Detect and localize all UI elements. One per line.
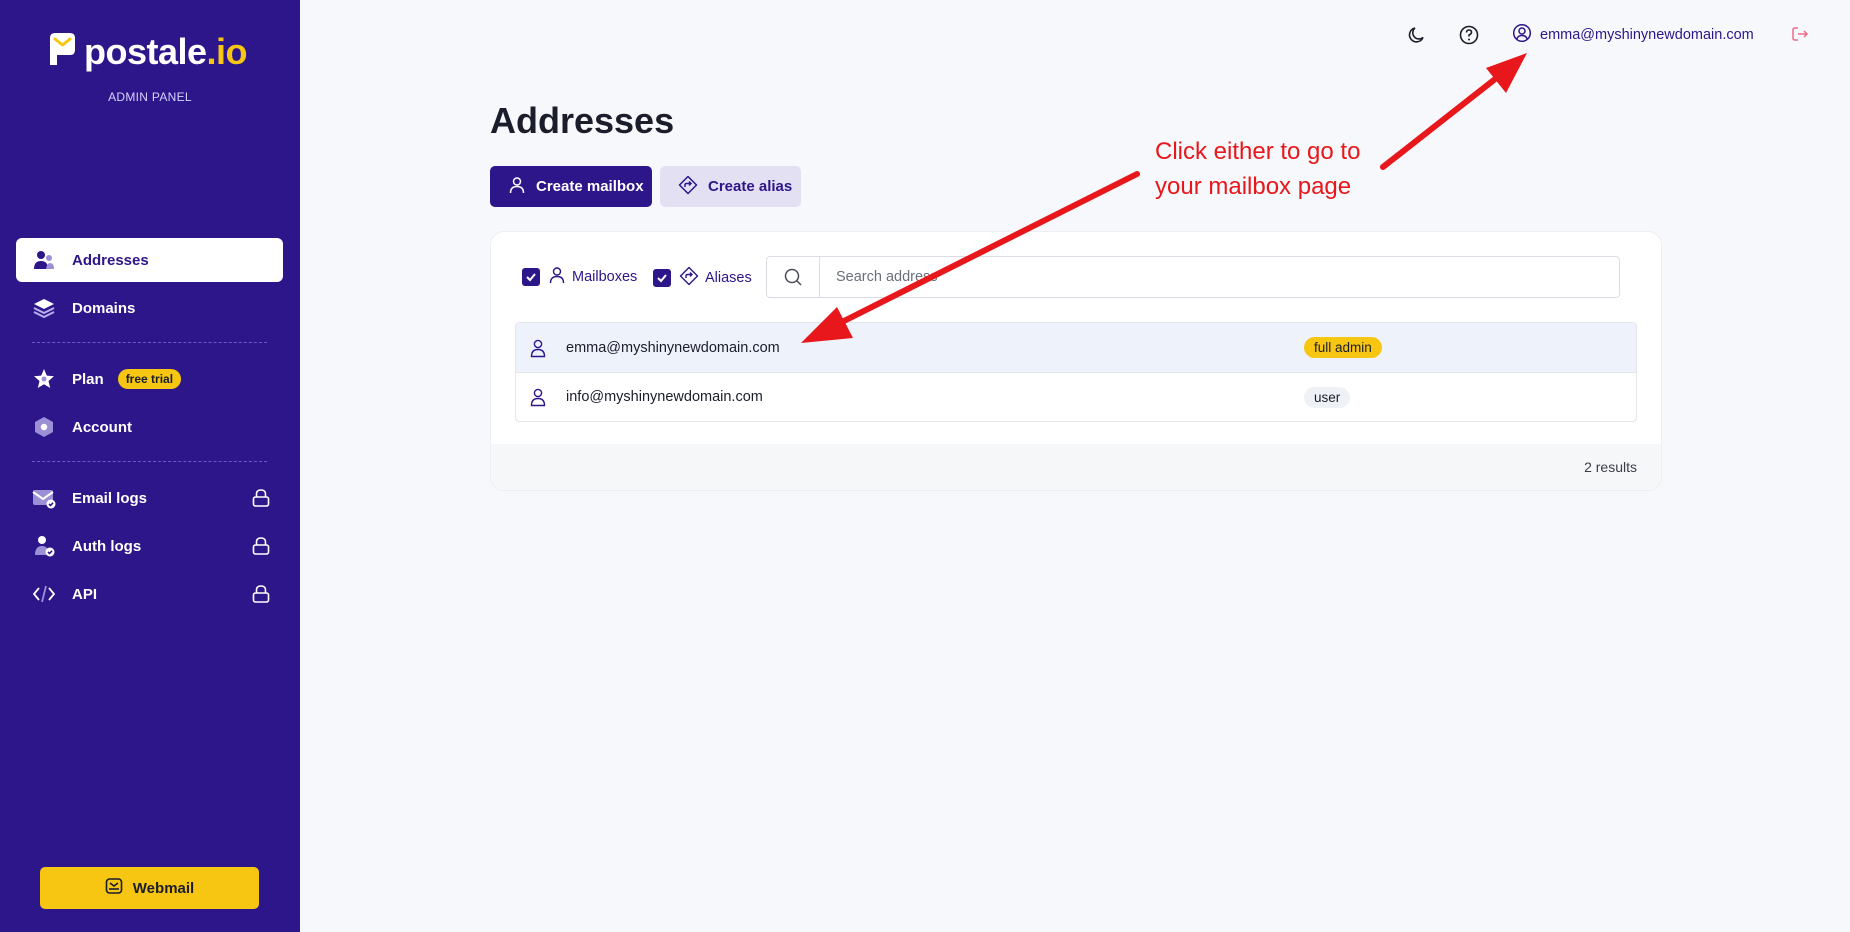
sidebar-divider	[32, 461, 267, 462]
alias-icon	[660, 175, 708, 199]
postale-logo-icon	[44, 30, 78, 73]
mail-check-icon	[30, 484, 58, 512]
search-icon	[767, 257, 820, 297]
webmail-icon	[105, 877, 133, 899]
address-email[interactable]: emma@myshinynewdomain.com	[566, 340, 780, 356]
sidebar-item-addresses[interactable]: Addresses	[16, 238, 283, 282]
user-check-icon	[30, 532, 58, 560]
logo-text: postale.io	[84, 30, 248, 72]
logout-icon[interactable]	[1790, 24, 1812, 46]
aliases-filter[interactable]: Aliases	[653, 266, 752, 290]
sidebar-item-label: Addresses	[72, 251, 149, 269]
users-icon	[30, 246, 58, 274]
annotation-line: your mailbox page	[1155, 173, 1352, 200]
sidebar-item-email-logs[interactable]: Email logs	[16, 476, 283, 520]
sidebar-item-account[interactable]: Account	[16, 405, 283, 449]
sidebar-item-label: API	[72, 585, 98, 603]
table-row[interactable]: info@myshinynewdomain.com user	[516, 372, 1636, 421]
sidebar-item-auth-logs[interactable]: Auth logs	[16, 524, 283, 568]
sidebar-item-api[interactable]: API	[16, 572, 283, 616]
annotation-line: Click either to go to	[1155, 138, 1361, 165]
star-icon	[30, 365, 58, 393]
role-badge: user	[1304, 386, 1351, 408]
lock-icon	[251, 536, 271, 560]
checkbox-checked-icon[interactable]	[522, 268, 540, 286]
user-icon	[528, 338, 548, 358]
search-box	[766, 256, 1620, 298]
addresses-card: Mailboxes Aliases emma@myshinynewdomain.…	[490, 231, 1662, 491]
user-circle-icon	[1512, 23, 1540, 47]
search-input[interactable]	[820, 257, 1619, 297]
mailboxes-filter-label: Mailboxes	[572, 269, 638, 285]
sidebar-item-plan[interactable]: Plan free trial	[16, 357, 283, 401]
user-icon	[528, 387, 548, 407]
webmail-button[interactable]: Webmail	[40, 867, 259, 909]
admin-panel-label: ADMIN PANEL	[108, 90, 192, 104]
layers-icon	[30, 294, 58, 322]
lock-icon	[251, 488, 271, 512]
sidebar-item-label: Email logs	[72, 489, 148, 507]
sidebar-item-label: Account	[72, 418, 132, 436]
annotation-text: Click either to go to your mailbox page	[1155, 134, 1395, 204]
user-icon	[548, 266, 566, 288]
dark-mode-icon[interactable]	[1406, 24, 1428, 46]
user-email: emma@myshinynewdomain.com	[1540, 27, 1754, 43]
sidebar: postale.io ADMIN PANEL Addresses Domains…	[0, 0, 300, 932]
create-alias-button[interactable]: Create alias	[660, 166, 801, 207]
lock-icon	[251, 584, 271, 608]
create-alias-label: Create alias	[708, 178, 793, 195]
sidebar-divider	[32, 342, 267, 343]
sidebar-item-label: Domains	[72, 299, 136, 317]
arrow-to-user-menu	[1380, 53, 1527, 170]
webmail-label: Webmail	[132, 879, 195, 897]
create-mailbox-button[interactable]: Create mailbox	[490, 166, 652, 207]
hexagon-icon	[30, 413, 58, 441]
user-menu[interactable]: emma@myshinynewdomain.com	[1512, 22, 1754, 48]
address-email[interactable]: info@myshinynewdomain.com	[566, 389, 763, 405]
results-count: 2 results	[1584, 459, 1637, 475]
user-icon	[490, 176, 536, 198]
role-badge: full admin	[1304, 337, 1382, 358]
create-mailbox-label: Create mailbox	[536, 178, 644, 195]
sidebar-item-label: Auth logs	[72, 537, 142, 555]
sidebar-item-label: Plan	[72, 370, 104, 388]
mailboxes-filter[interactable]: Mailboxes	[522, 266, 637, 288]
card-footer: 2 results	[491, 444, 1661, 490]
alias-icon	[679, 266, 699, 290]
table-row[interactable]: emma@myshinynewdomain.com full admin	[516, 323, 1636, 372]
page-title: Addresses	[490, 100, 675, 141]
aliases-filter-label: Aliases	[705, 270, 752, 286]
code-icon	[30, 580, 58, 608]
logo[interactable]: postale.io	[44, 30, 248, 73]
sidebar-item-domains[interactable]: Domains	[16, 286, 283, 330]
help-icon[interactable]	[1458, 24, 1480, 46]
free-trial-badge: free trial	[117, 369, 182, 389]
addresses-table: emma@myshinynewdomain.com full admin inf…	[515, 322, 1637, 422]
checkbox-checked-icon[interactable]	[653, 269, 671, 287]
